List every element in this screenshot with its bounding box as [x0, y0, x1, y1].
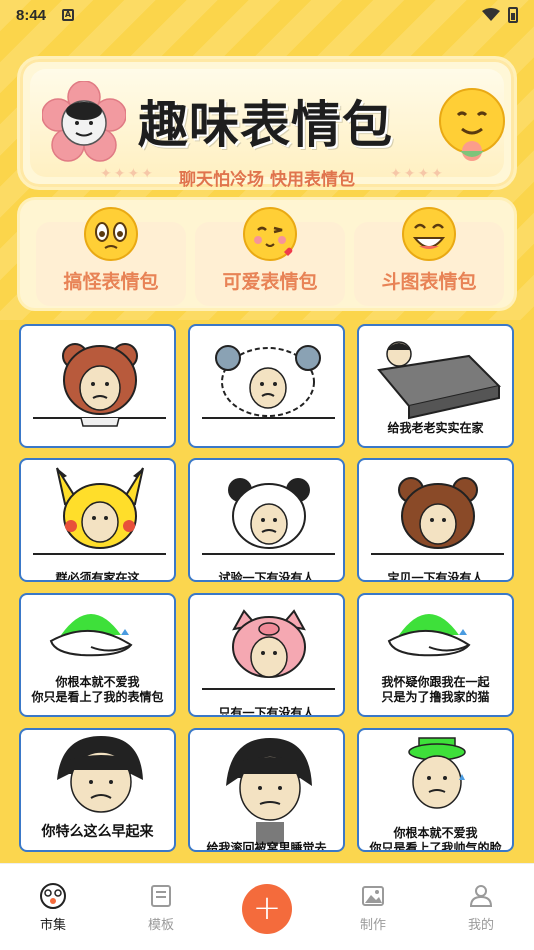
status-time: 8:44	[16, 6, 47, 24]
market-icon	[40, 883, 66, 909]
bowl-cut-meme-image	[226, 738, 312, 844]
category-battle-label: 斗图表情包	[381, 271, 477, 293]
pig-hat-meme-image	[202, 609, 335, 690]
meme-caption: 你根本就不爱我 你只是看上了我的表情包	[31, 675, 164, 704]
meme-card[interactable]: 给我滚回被窝里睡觉去	[188, 728, 345, 852]
bear-hat-meme-image	[371, 477, 504, 555]
pikachu-hat-meme-image	[33, 467, 166, 555]
meme-caption: 我怀疑你跟我在一起 只是为了撸我家的猫	[381, 675, 490, 704]
blushing-heart-emoji-icon	[243, 207, 297, 261]
smiling-emoji-icon	[439, 88, 505, 161]
meme-caption: 给我滚回被窝里睡觉去	[206, 841, 327, 852]
meme-card[interactable]: 试验一下有没有人	[188, 458, 345, 582]
category-funny-label: 搞怪表情包	[63, 271, 159, 293]
category-cute[interactable]: 可爱表情包	[195, 207, 345, 306]
meme-card[interactable]: 你根本就不爱我 你只是看上了我帅气的脸	[357, 728, 514, 852]
meme-caption: 你特么这么早起来	[41, 824, 154, 840]
flower-meme-face-icon	[42, 81, 126, 162]
nav-profile[interactable]: 我的	[446, 882, 516, 933]
meme-card[interactable]: 只有一下有没有人	[188, 593, 345, 717]
nav-template[interactable]: 模板	[126, 882, 196, 933]
template-icon	[151, 885, 171, 907]
meme-caption: 试验一下有没有人	[218, 571, 315, 582]
meme-caption: 群必须有家在这	[55, 571, 140, 582]
meme-caption: 宝贝一下有没有人	[387, 571, 484, 582]
meme-card[interactable]: 群必须有家在这	[19, 458, 176, 582]
category-cute-label: 可爱表情包	[222, 271, 318, 293]
nav-profile-label: 我的	[467, 918, 494, 933]
notification-icon: A	[62, 9, 75, 21]
meme-card[interactable]: 你根本就不爱我 你只是看上了我的表情包	[19, 593, 176, 717]
meme-caption: 给我老老实实在家	[387, 421, 484, 435]
meme-card[interactable]	[19, 324, 176, 448]
meme-card[interactable]: 我怀疑你跟我在一起 只是为了撸我家的猫	[357, 593, 514, 717]
panda-hat-meme-image	[202, 478, 335, 555]
meme-card[interactable]	[188, 324, 345, 448]
nav-make[interactable]: 制作	[338, 882, 408, 933]
meme-card[interactable]: 宝贝一下有没有人	[357, 458, 514, 582]
meme-caption: 你根本就不爱我 你只是看上了我帅气的脸	[369, 826, 502, 852]
nav-make-label: 制作	[359, 918, 386, 933]
category-funny[interactable]: 搞怪表情包	[36, 207, 186, 306]
pleading-emoji-icon	[84, 207, 138, 261]
nav-market-label: 市集	[39, 918, 66, 933]
status-bar: 8:44 A	[0, 0, 534, 30]
nav-market[interactable]: 市集	[18, 882, 88, 933]
battery-icon	[508, 7, 518, 23]
meme-card[interactable]: 你特么这么早起来	[19, 728, 176, 852]
wifi-icon	[482, 8, 500, 21]
sparkle-decoration-right: ✦✦✦✦	[390, 166, 445, 182]
monkey-hat-meme-image	[33, 343, 166, 427]
nav-template-label: 模板	[147, 918, 174, 933]
image-edit-icon	[362, 886, 384, 906]
create-fab-button[interactable]: +	[242, 884, 292, 934]
bottom-navigation: 市集 模板 + 制作 我的	[0, 863, 534, 950]
meme-card[interactable]: 给我老老实实在家	[357, 324, 514, 448]
category-battle[interactable]: 斗图表情包	[354, 207, 504, 306]
category-panel: 搞怪表情包 可爱表情包 斗图表情包	[17, 197, 517, 311]
sheep-hat-meme-image	[202, 345, 335, 419]
banner-title: 趣味表情包	[138, 96, 393, 154]
featured-banner[interactable]: 趣味表情包 ✦✦✦✦ 聊天怕冷场 快用表情包 ✦✦✦✦	[17, 56, 517, 190]
grinning-emoji-icon	[402, 207, 456, 261]
meme-caption: 只有一下有没有人	[218, 706, 315, 717]
profile-icon	[469, 885, 493, 907]
